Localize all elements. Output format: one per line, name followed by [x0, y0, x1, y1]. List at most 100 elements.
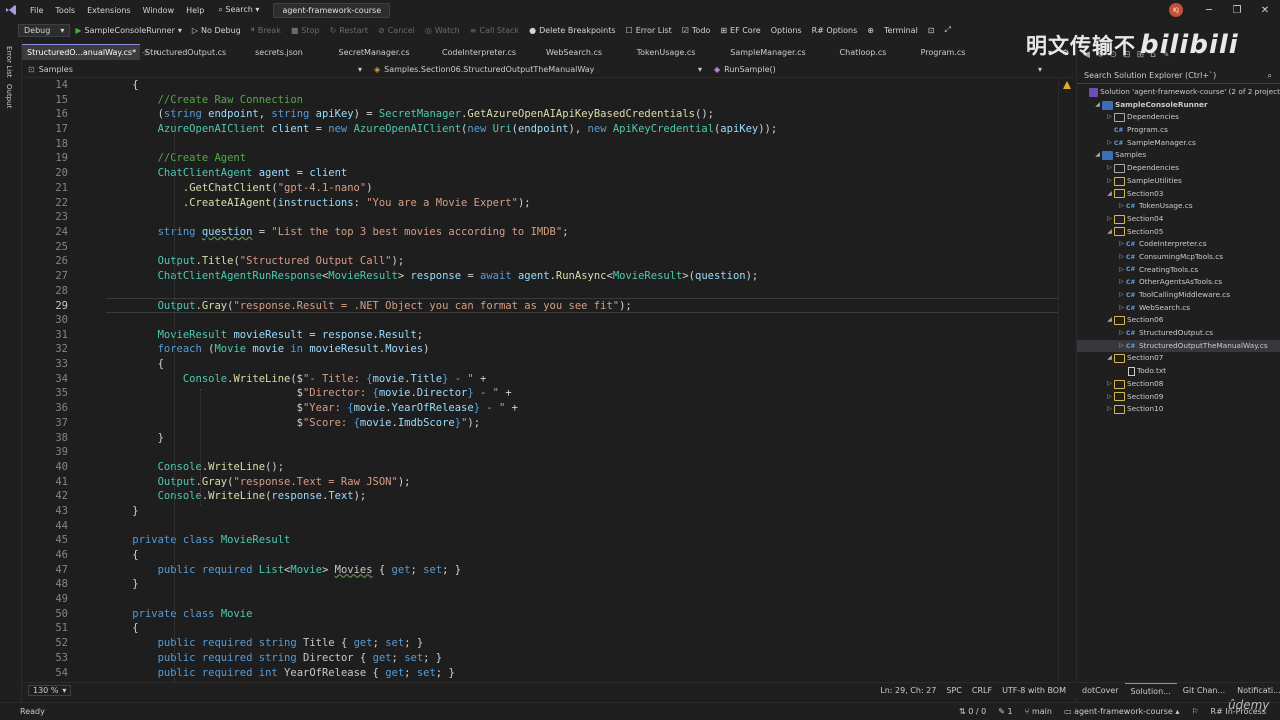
output-side-tab[interactable]: Output	[5, 84, 13, 108]
code-line[interactable]: 42 Console.WriteLine(response.Text);	[22, 489, 1058, 504]
code-line[interactable]: 37 $"Score: {movie.ImdbScore}");	[22, 416, 1058, 431]
code-line[interactable]: 31 MovieResult movieResult = response.Re…	[22, 328, 1058, 343]
tab-secrets[interactable]: secrets.json	[238, 44, 320, 60]
branch-selector[interactable]: ⑂ main	[1025, 707, 1052, 716]
code-line[interactable]: 53 public required string Director { get…	[22, 651, 1058, 666]
menu-window[interactable]: Window	[137, 6, 181, 15]
collapsed-arrow-icon[interactable]: ▷	[1117, 200, 1126, 213]
solution-tree-item[interactable]: ▷ C# CodeInterpreter.cs	[1077, 238, 1280, 251]
solution-tree-item[interactable]: ◢ SampleConsoleRunner	[1077, 99, 1280, 112]
error-list-side-tab[interactable]: Error List	[5, 46, 13, 78]
tab-structuredoutputthemanualway[interactable]: StructuredO...anualWay.cs* ⊹ ✕	[22, 44, 160, 60]
maximize-icon[interactable]: ❐	[1223, 0, 1251, 20]
tab-solution-explorer[interactable]: Solution...	[1124, 683, 1177, 698]
delete-breakpoints-button[interactable]: ● Delete Breakpoints	[524, 26, 620, 35]
changes-indicator[interactable]: ✎ 1	[998, 707, 1012, 716]
resharper-options-button[interactable]: R# Options	[807, 26, 863, 35]
menu-tools[interactable]: Tools	[49, 6, 81, 15]
minimize-icon[interactable]: ─	[1195, 0, 1223, 20]
expanded-arrow-icon[interactable]: ◢	[1105, 226, 1114, 239]
collapsed-arrow-icon[interactable]: ▷	[1117, 340, 1126, 353]
code-line[interactable]: 16 (string endpoint, string apiKey) = Se…	[22, 107, 1058, 122]
code-line[interactable]: 18	[22, 137, 1058, 152]
tab-codeinterpreter[interactable]: CodeInterpreter.cs	[428, 44, 530, 60]
tab-tokenusage[interactable]: TokenUsage.cs	[618, 44, 714, 60]
repository-selector[interactable]: ▭ agent-framework-course ▴	[1064, 707, 1179, 716]
tab-websearch[interactable]: WebSearch.cs	[530, 44, 618, 60]
code-line[interactable]: 32 foreach (Movie movie in movieResult.M…	[22, 342, 1058, 357]
code-line[interactable]: 19 //Create Agent	[22, 151, 1058, 166]
code-line[interactable]: 51 {	[22, 621, 1058, 636]
type-dropdown[interactable]: ◈ Samples.Section06.StructuredOutputTheMa…	[368, 65, 708, 74]
terminal-button[interactable]: Terminal	[879, 26, 923, 35]
collapsed-arrow-icon[interactable]: ▷	[1117, 302, 1126, 315]
configuration-dropdown[interactable]: Debug ▾	[18, 23, 71, 37]
expanded-arrow-icon[interactable]: ◢	[1105, 352, 1114, 365]
solution-tree-item[interactable]: ▷ C# StructuredOutputTheManualWay.cs	[1077, 339, 1280, 353]
code-line[interactable]: 29 Output.Gray("response.Result = .NET O…	[55, 298, 1058, 313]
solution-tree-item[interactable]: ▷ C# CreatingTools.cs	[1077, 264, 1280, 277]
solution-tree-item[interactable]: ▷ C# ConsumingMcpTools.cs	[1077, 251, 1280, 264]
tab-chatloop[interactable]: Chatloop.cs	[822, 44, 904, 60]
collapsed-arrow-icon[interactable]: ▷	[1117, 264, 1126, 277]
solution-tree-item[interactable]: ▷ C# StructuredOutput.cs	[1077, 327, 1280, 340]
solution-tree-item[interactable]: ▷ Section09	[1077, 391, 1280, 404]
code-line[interactable]: 54 public required int YearOfRelease { g…	[22, 666, 1058, 681]
solution-tree-item[interactable]: ▷ C# SampleManager.cs	[1077, 137, 1280, 150]
solution-tree-item[interactable]: ◢ Section07	[1077, 352, 1280, 365]
code-line[interactable]: 48 }	[22, 577, 1058, 592]
code-line[interactable]: 21 .GetChatClient("gpt-4.1-nano")	[22, 181, 1058, 196]
expanded-arrow-icon[interactable]: ◢	[1093, 99, 1102, 112]
avatar[interactable]: KJ	[1169, 3, 1183, 17]
code-line[interactable]: 20 ChatClientAgent agent = client	[22, 166, 1058, 181]
collapsed-arrow-icon[interactable]: ▷	[1105, 378, 1114, 391]
code-line[interactable]: 39	[22, 445, 1058, 460]
fullscreen-icon[interactable]: ⤢	[940, 25, 956, 35]
solution-tree-item[interactable]: ▷ C# WebSearch.cs	[1077, 302, 1280, 315]
solution-search-input[interactable]: Search Solution Explorer (Ctrl+`) ⌕	[1077, 68, 1280, 84]
code-line[interactable]: 22 .CreateAIAgent(instructions: "You are…	[22, 196, 1058, 211]
solution-tree-item[interactable]: ▷ Dependencies	[1077, 111, 1280, 124]
code-line[interactable]: 40 Console.WriteLine();	[22, 460, 1058, 475]
menu-help[interactable]: Help	[180, 6, 210, 15]
collapsed-arrow-icon[interactable]: ▷	[1105, 162, 1114, 175]
code-line[interactable]: 45 private class MovieResult	[22, 533, 1058, 548]
code-line[interactable]: 52 public required string Title { get; s…	[22, 636, 1058, 651]
zoom-dropdown[interactable]: 130 % ▾	[28, 685, 72, 696]
collapsed-arrow-icon[interactable]: ▷	[1117, 276, 1126, 289]
break-button[interactable]: ⏸ Break	[246, 25, 286, 35]
todo-button[interactable]: ☑ Todo	[677, 26, 716, 35]
solution-tree-item[interactable]: Solution 'agent-framework-course' (2 of …	[1077, 86, 1280, 99]
close-icon[interactable]: ✕	[1251, 0, 1279, 20]
menu-extensions[interactable]: Extensions	[81, 6, 136, 15]
solution-tree-item[interactable]: ▷ SampleUtilities	[1077, 175, 1280, 188]
stop-button[interactable]: ■ Stop	[286, 26, 325, 35]
tab-git-changes[interactable]: Git Chan...	[1177, 683, 1231, 698]
start-without-debugging-button[interactable]: ▷ No Debug	[187, 26, 246, 35]
code-line[interactable]: 44	[22, 519, 1058, 534]
notifications-icon[interactable]: ⚐	[1191, 707, 1198, 716]
options-button[interactable]: Options	[766, 26, 807, 35]
code-line[interactable]: 28	[22, 284, 1058, 299]
member-dropdown[interactable]: ◆ RunSample() ▾	[708, 65, 1048, 74]
start-debugging-button[interactable]: ▶ SampleConsoleRunner ▾	[70, 26, 187, 35]
code-line[interactable]: 30	[22, 313, 1058, 328]
file-encoding[interactable]: UTF-8 with BOM	[1002, 686, 1066, 695]
code-line[interactable]: 34 Console.WriteLine($"- Title: {movie.T…	[22, 372, 1058, 387]
tab-program[interactable]: Program.cs	[904, 44, 982, 60]
code-line[interactable]: 14 {	[22, 78, 1058, 93]
expanded-arrow-icon[interactable]: ◢	[1105, 188, 1114, 201]
git-icon[interactable]: ⊕	[862, 26, 879, 35]
code-line[interactable]: 27 ChatClientAgentRunResponse<MovieResul…	[22, 269, 1058, 284]
code-line[interactable]: 47 public required List<Movie> Movies { …	[22, 563, 1058, 578]
code-line[interactable]: 33 {	[22, 357, 1058, 372]
tab-samplemanager[interactable]: SampleManager.cs	[714, 44, 822, 60]
settings-icon[interactable]: ⊡	[923, 26, 940, 35]
search-menu[interactable]: ⌕ Search ▾	[212, 5, 265, 15]
line-endings[interactable]: CRLF	[972, 686, 992, 695]
collapsed-arrow-icon[interactable]: ▷	[1105, 391, 1114, 404]
code-line[interactable]: 35 $"Director: {movie.Director} - " +	[22, 386, 1058, 401]
solution-tree-item[interactable]: ▷ Section10	[1077, 403, 1280, 416]
solution-tree-item[interactable]: ▷ C# ToolCallingMiddleware.cs	[1077, 289, 1280, 302]
code-line[interactable]: 49	[22, 592, 1058, 607]
